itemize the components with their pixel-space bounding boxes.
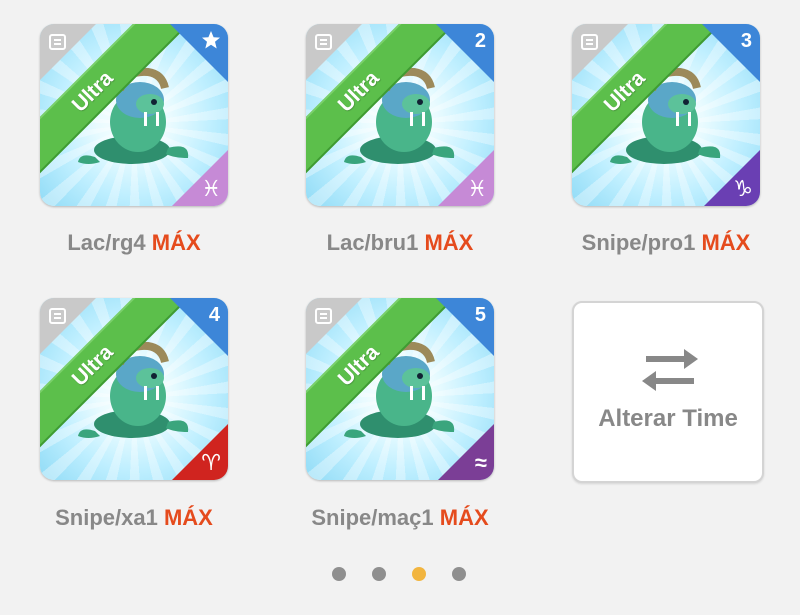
change-team-button[interactable]: Alterar Time [572, 301, 764, 483]
star-icon [202, 31, 220, 49]
swap-arrows-icon [642, 349, 698, 391]
monster-label-1: Lac/rg4 MÁX [19, 230, 249, 256]
pisces-icon: ♓ [467, 176, 487, 201]
monster-card-1[interactable]: Ultra ♓ [40, 24, 228, 206]
monster-name: Lac/rg4 [67, 230, 146, 255]
slot-number: 5 [474, 304, 486, 326]
monster-card-3[interactable]: Ultra 3 ♑ [572, 24, 760, 206]
calendar-icon [581, 34, 598, 50]
level-max: MÁX [439, 505, 489, 530]
page-dot-4[interactable] [452, 567, 466, 581]
monster-label-3: Snipe/pro1 MÁX [551, 230, 781, 256]
level-max: MÁX [424, 230, 474, 255]
level-max: MÁX [163, 505, 213, 530]
monster-card-2[interactable]: Ultra 2 ♓ [306, 24, 494, 206]
monster-card-5[interactable]: Ultra 5 ≈ [306, 298, 494, 480]
change-team-label: Alterar Time [598, 405, 738, 432]
calendar-icon [49, 308, 66, 324]
monster-name: Lac/bru1 [326, 230, 419, 255]
page-dot-3[interactable] [412, 567, 426, 581]
page-dot-2[interactable] [372, 567, 386, 581]
monster-label-5: Snipe/maç1 MÁX [285, 505, 515, 531]
level-max: MÁX [701, 230, 751, 255]
slot-number: 3 [740, 30, 752, 52]
pagination-dots [332, 567, 466, 581]
calendar-icon [315, 308, 332, 324]
aries-icon: ♈ [201, 450, 221, 475]
pisces-icon: ♓ [201, 176, 221, 201]
page-dot-1[interactable] [332, 567, 346, 581]
aquarius-icon: ≈ [474, 450, 487, 475]
monster-name: Snipe/pro1 [581, 230, 696, 255]
monster-label-2: Lac/bru1 MÁX [285, 230, 515, 256]
calendar-icon [49, 34, 66, 50]
slot-number: 4 [208, 304, 220, 326]
monster-name: Snipe/maç1 [311, 505, 434, 530]
slot-number: 2 [474, 30, 486, 52]
monster-card-4[interactable]: Ultra 4 ♈ [40, 298, 228, 480]
capricorn-icon: ♑ [733, 176, 753, 201]
calendar-icon [315, 34, 332, 50]
monster-label-4: Snipe/xa1 MÁX [19, 505, 249, 531]
monster-name: Snipe/xa1 [55, 505, 158, 530]
level-max: MÁX [151, 230, 201, 255]
